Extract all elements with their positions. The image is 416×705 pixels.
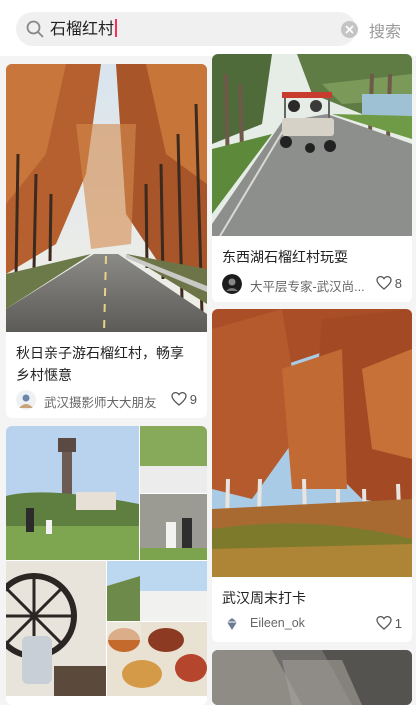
card-title[interactable]: 东西湖石榴红村玩耍: [222, 246, 402, 268]
text-caret: [115, 19, 118, 37]
like-button[interactable]: 8: [376, 275, 402, 291]
avatar[interactable]: [222, 614, 242, 634]
note-card[interactable]: 秋日亲子游石榴红村，畅享 乡村惬意 武汉摄影师大大朋友 9: [6, 64, 207, 418]
search-icon: [26, 20, 44, 38]
like-count: 8: [394, 275, 402, 291]
like-count: 9: [189, 391, 197, 407]
like-button[interactable]: 9: [171, 391, 197, 407]
like-button[interactable]: 1: [376, 615, 402, 631]
author-name[interactable]: 武汉摄影师大大朋友: [44, 392, 172, 411]
author-name[interactable]: 大平层专家-武汉尚...: [250, 276, 374, 295]
clear-icon[interactable]: [341, 21, 358, 38]
note-card[interactable]: [212, 650, 412, 705]
card-cover-image[interactable]: [212, 309, 412, 577]
card-title-line: 秋日亲子游石榴红村，畅享: [16, 345, 184, 361]
heart-icon: [171, 391, 187, 406]
heart-icon: [376, 275, 392, 290]
avatar[interactable]: [222, 274, 242, 294]
heart-icon: [376, 615, 392, 630]
card-title[interactable]: 秋日亲子游石榴红村，畅享 乡村惬意: [16, 342, 201, 386]
search-input[interactable]: 石榴红村: [16, 12, 358, 46]
card-footer: 武汉摄影师大大朋友 9: [16, 390, 197, 410]
search-header: 石榴红村 搜索: [0, 0, 416, 56]
search-results-screen: 石榴红村 搜索 秋日亲子游石榴红村，畅享 乡村惬意 武汉摄影师大大朋友 9 东西…: [0, 0, 416, 705]
note-card[interactable]: [6, 426, 207, 705]
card-footer: 大平层专家-武汉尚... 8: [222, 274, 402, 294]
card-footer: Eileen_ok 1: [222, 614, 402, 634]
search-query[interactable]: 石榴红村: [50, 19, 118, 40]
card-title-line: 乡村惬意: [16, 367, 72, 383]
like-count: 1: [394, 615, 402, 631]
card-cover-image[interactable]: [6, 426, 207, 696]
search-button[interactable]: 搜索: [369, 18, 401, 42]
card-title[interactable]: 武汉周末打卡: [222, 587, 402, 609]
avatar[interactable]: [16, 390, 36, 410]
card-cover-image[interactable]: [6, 64, 207, 332]
note-card[interactable]: 东西湖石榴红村玩耍 大平层专家-武汉尚... 8: [212, 54, 412, 302]
author-name[interactable]: Eileen_ok: [250, 616, 370, 630]
card-cover-image[interactable]: [212, 650, 412, 705]
note-card[interactable]: 武汉周末打卡 Eileen_ok 1: [212, 309, 412, 642]
card-cover-image[interactable]: [212, 54, 412, 236]
